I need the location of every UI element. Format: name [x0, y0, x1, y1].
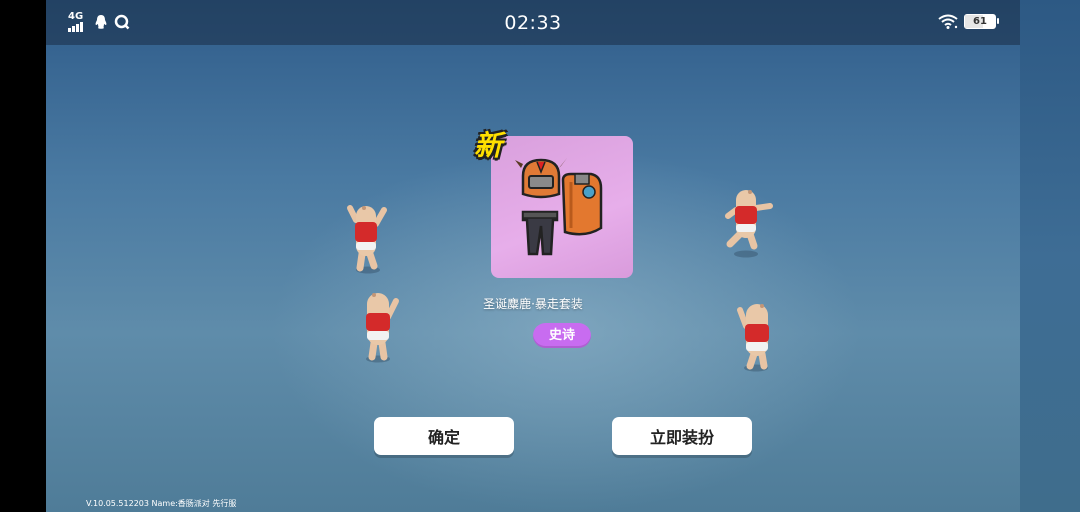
status-right: 61 — [938, 14, 999, 29]
battery-level: 61 — [973, 16, 987, 27]
new-badge: 新 — [474, 129, 503, 162]
version-info: V.10.05.512203 Name:香肠派对 先行服 — [86, 499, 237, 508]
sausage-character-icon — [725, 190, 773, 258]
screen-edge — [1020, 0, 1080, 512]
battery-icon: 61 — [964, 14, 999, 29]
status-bar: 4G 02:33 61 — [46, 0, 1020, 45]
equip-now-button[interactable]: 立即装扮 — [612, 417, 752, 455]
sausage-character-icon — [347, 205, 387, 274]
item-name: 圣诞麋鹿·暴走套装 — [483, 297, 583, 311]
rarity-badge: 史诗 — [533, 323, 591, 348]
game-screen: 4G 02:33 61 新 圣诞麋鹿·暴走套装 史诗 确定 立即装扮 V.10.… — [46, 0, 1020, 512]
wifi-icon — [938, 14, 958, 29]
clock: 02:33 — [504, 12, 562, 34]
confirm-button[interactable]: 确定 — [374, 417, 514, 455]
